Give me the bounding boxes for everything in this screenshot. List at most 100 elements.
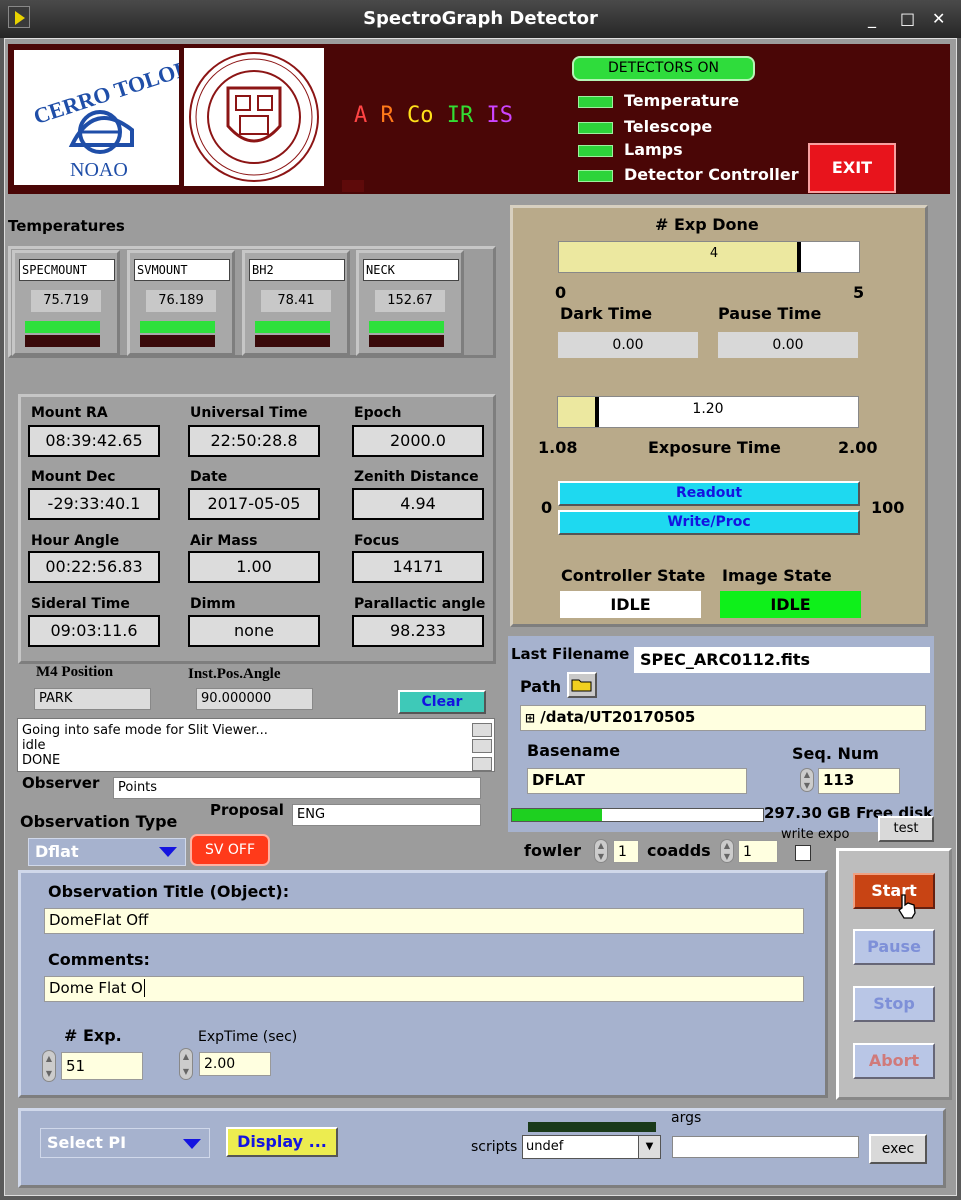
observation-type-value: Dflat	[35, 842, 79, 861]
sv-off-button[interactable]: SV OFF	[190, 834, 270, 866]
status-label: Lamps	[624, 140, 683, 159]
exp-done-min: 0	[555, 283, 567, 302]
close-button[interactable]: ✕	[932, 9, 945, 28]
comments-value: Dome Flat O	[49, 979, 143, 997]
observation-title-field[interactable]: DomeFlat Off	[44, 908, 804, 934]
zenith-distance-value: 4.94	[352, 488, 484, 520]
exposure-time-current: 1.20	[692, 401, 724, 417]
dark-time-label: Dark Time	[560, 304, 653, 323]
num-exp-spinner[interactable]: ▲ ▼	[42, 1050, 56, 1082]
abort-button[interactable]: Abort	[853, 1043, 935, 1079]
fowler-spinner[interactable]: ▲ ▼	[594, 839, 608, 863]
exec-button[interactable]: exec	[869, 1134, 927, 1164]
start-button[interactable]: Start	[853, 873, 935, 909]
exptime-spinner[interactable]: ▲ ▼	[179, 1048, 193, 1080]
mount-dec-value: -29:33:40.1	[28, 488, 160, 520]
observer-field[interactable]: Points	[113, 777, 481, 799]
folder-browse-button[interactable]	[567, 672, 597, 698]
display-button[interactable]: Display ...	[226, 1127, 338, 1157]
cerro-tololo-logo: CERRO TOLOLO NOAO	[14, 50, 209, 185]
path-label: Path	[520, 677, 562, 696]
test-button[interactable]: test	[878, 816, 934, 842]
write-expo-label: write expo	[781, 827, 850, 842]
write-expo-checkbox[interactable]	[795, 845, 811, 861]
date-label: Date	[190, 469, 228, 485]
instrument-letter-co: Co	[407, 103, 434, 128]
num-exp-field[interactable]: 51	[61, 1052, 143, 1080]
sensor-name: BH2	[249, 259, 345, 281]
select-pi-label: Select PI	[47, 1133, 127, 1152]
logo1-sub: NOAO	[70, 159, 128, 181]
focus-value: 14171	[352, 551, 484, 583]
minimize-button[interactable]: _	[868, 9, 876, 28]
pause-time-value: 0.00	[718, 332, 858, 358]
proposal-field[interactable]: ENG	[292, 804, 481, 826]
hour-angle-value: 00:22:56.83	[28, 551, 160, 583]
maximize-button[interactable]: □	[900, 9, 915, 28]
parallactic-angle-label: Parallactic angle	[354, 596, 486, 612]
scripts-indicator	[528, 1122, 656, 1132]
exptime-label: ExpTime (sec)	[198, 1029, 298, 1045]
chevron-down-icon	[159, 847, 177, 857]
log-text-area[interactable]: Going into safe mode for Slit Viewer... …	[17, 718, 495, 772]
directory-tree-icon: ⊞	[525, 711, 536, 725]
folder-icon	[571, 679, 592, 692]
readout-max: 100	[871, 498, 905, 517]
select-pi-dropdown[interactable]: Select PI	[40, 1128, 210, 1158]
instrument-letter-r: R	[380, 103, 394, 128]
num-exp-label: # Exp.	[64, 1026, 122, 1045]
seq-num-spinner[interactable]: ▲ ▼	[800, 768, 814, 792]
basename-field[interactable]: DFLAT	[527, 768, 747, 794]
dark-time-value: 0.00	[558, 332, 698, 358]
last-filename-label: Last Filename	[511, 645, 630, 663]
instrument-letter-a: A	[354, 103, 368, 128]
dimm-value: none	[188, 615, 320, 647]
scripts-label: scripts	[471, 1139, 518, 1155]
coadds-label: coadds	[647, 841, 711, 860]
status-label: Temperature	[624, 91, 740, 110]
sensor-value: 76.189	[146, 290, 216, 312]
exposure-time-max: 2.00	[838, 438, 878, 457]
exp-done-value: 4	[709, 246, 719, 261]
seq-num-label: Seq. Num	[792, 744, 879, 763]
sensor-name: SPECMOUNT	[19, 259, 115, 281]
comments-label: Comments:	[48, 950, 150, 969]
status-led	[578, 170, 613, 182]
mount-ra-label: Mount RA	[31, 405, 108, 421]
control-panel: Start Pause Stop Abort	[836, 848, 952, 1100]
air-mass-label: Air Mass	[190, 533, 258, 549]
path-value: /data/UT20170505	[540, 708, 696, 726]
pause-button[interactable]: Pause	[853, 929, 935, 965]
chevron-down-icon	[183, 1139, 201, 1149]
write-proc-progress: Write/Proc	[558, 510, 860, 535]
status-label: Telescope	[624, 117, 713, 136]
inst-pos-angle-label: Inst.Pos.Angle	[188, 666, 281, 682]
epoch-label: Epoch	[354, 405, 402, 421]
coadds-field[interactable]: 1	[738, 840, 778, 863]
status-led	[578, 122, 613, 134]
title-bar: SpectroGraph Detector _ □ ✕	[0, 0, 961, 38]
sensor-ok-bar	[25, 321, 100, 333]
scroll-track[interactable]	[472, 739, 492, 753]
seq-num-field[interactable]: 113	[818, 768, 900, 794]
scroll-up-button[interactable]	[472, 723, 492, 737]
exit-button[interactable]: EXIT	[808, 143, 896, 193]
args-field[interactable]	[672, 1136, 859, 1158]
stop-button[interactable]: Stop	[853, 986, 935, 1022]
path-field[interactable]: ⊞ /data/UT20170505	[520, 705, 926, 731]
exposure-time-min: 1.08	[538, 438, 578, 457]
clear-button[interactable]: Clear	[398, 690, 486, 714]
sensor-alarm-bar	[140, 335, 215, 347]
fowler-field[interactable]: 1	[613, 840, 639, 863]
status-led	[578, 96, 613, 108]
scripts-select[interactable]: undef ▼	[522, 1135, 661, 1159]
comments-field[interactable]: Dome Flat O	[44, 976, 804, 1002]
sensor-name: SVMOUNT	[134, 259, 230, 281]
status-lamps: Lamps	[578, 140, 808, 160]
air-mass-value: 1.00	[188, 551, 320, 583]
observation-type-dropdown[interactable]: Dflat	[28, 838, 186, 866]
exp-done-max: 5	[853, 283, 865, 302]
scroll-down-button[interactable]	[472, 757, 492, 771]
exptime-field[interactable]: 2.00	[199, 1052, 271, 1076]
coadds-spinner[interactable]: ▲ ▼	[720, 839, 734, 863]
